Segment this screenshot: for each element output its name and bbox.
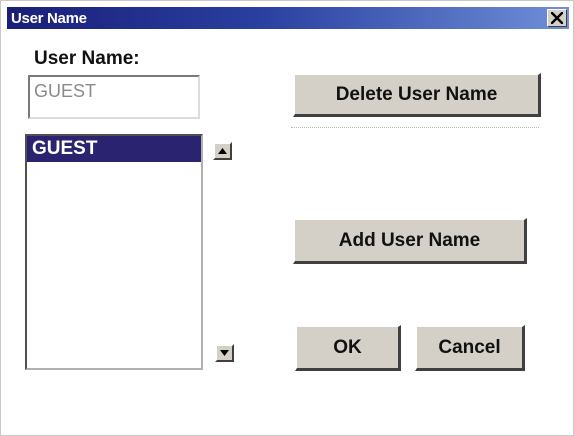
list-item[interactable]: GUEST (27, 136, 201, 162)
user-name-dialog: User Name User Name: GUEST GUEST Delete … (0, 0, 574, 436)
user-name-input[interactable]: GUEST (28, 75, 200, 119)
cancel-label: Cancel (438, 336, 501, 358)
ok-label: OK (333, 336, 362, 358)
arrow-down-icon (220, 350, 229, 356)
list-item-label: GUEST (32, 138, 98, 159)
scroll-down-button[interactable] (215, 344, 234, 362)
user-list[interactable]: GUEST (25, 134, 203, 370)
delete-user-name-label: Delete User Name (335, 83, 498, 105)
add-user-name-label: Add User Name (338, 229, 481, 251)
title-bar[interactable]: User Name (7, 7, 569, 29)
close-button[interactable] (547, 9, 567, 27)
user-name-input-value: GUEST (34, 81, 97, 101)
window-title: User Name (11, 10, 87, 27)
ok-button[interactable]: OK (295, 325, 401, 371)
delete-user-name-button[interactable]: Delete User Name (293, 73, 541, 117)
separator (291, 127, 539, 128)
close-icon (551, 12, 563, 24)
cancel-button[interactable]: Cancel (415, 325, 525, 371)
arrow-up-icon (218, 148, 227, 154)
user-name-label: User Name: (34, 48, 140, 69)
add-user-name-button[interactable]: Add User Name (293, 218, 527, 264)
scroll-up-button[interactable] (213, 142, 232, 160)
